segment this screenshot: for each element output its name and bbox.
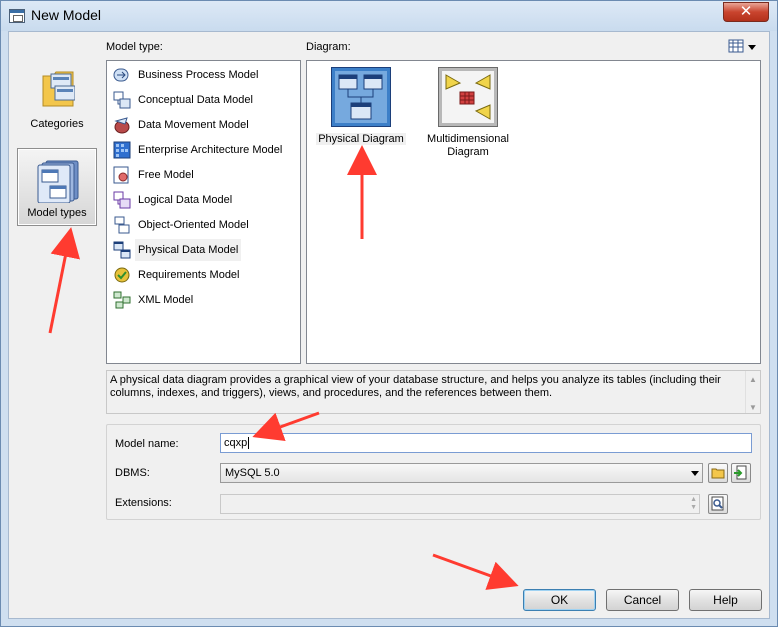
logical-data-icon <box>113 191 131 209</box>
physical-data-icon <box>113 241 131 259</box>
diagram-item-label-line2: Diagram <box>447 146 489 158</box>
diagram-item-label: Physical Diagram <box>316 133 406 145</box>
list-item-label: Free Model <box>138 169 194 181</box>
new-model-dialog: New Model ✕ Categories Model types Model… <box>0 0 778 627</box>
model-type-label: Model type: <box>106 41 163 53</box>
list-item-free-model[interactable]: Free Model <box>111 164 297 186</box>
physical-diagram-icon <box>331 67 391 127</box>
description-text: A physical data diagram provides a graph… <box>106 370 761 414</box>
dbms-value: MySQL 5.0 <box>225 467 280 479</box>
free-model-icon <box>113 166 129 184</box>
list-item-requirements[interactable]: Requirements Model <box>111 264 297 286</box>
title-bar: New Model ✕ <box>1 1 777 31</box>
diagram-item-physical[interactable]: Physical Diagram <box>313 67 409 147</box>
list-item-logical-data[interactable]: Logical Data Model <box>111 189 297 211</box>
window-icon <box>9 9 25 23</box>
help-button[interactable]: Help <box>689 589 762 611</box>
browse-dbms-button[interactable] <box>708 463 728 483</box>
model-settings-group: Model name: cqxp DBMS: MySQL 5.0 Extensi… <box>106 424 761 520</box>
chevron-down-icon <box>748 45 756 50</box>
dialog-body: Categories Model types Model type: Busin… <box>8 31 770 619</box>
object-oriented-icon <box>114 216 130 234</box>
model-name-input[interactable]: cqxp <box>220 433 752 453</box>
scroll-down-icon[interactable]: ▼ <box>749 401 757 414</box>
list-item-label: Enterprise Architecture Model <box>138 144 283 156</box>
conceptual-data-icon <box>113 91 131 109</box>
model-name-value: cqxp <box>224 437 248 449</box>
categories-button[interactable]: Categories <box>17 62 97 140</box>
spin-down-icon: ▼ <box>690 504 697 511</box>
diagram-label: Diagram: <box>306 41 351 53</box>
close-button[interactable]: ✕ <box>723 2 769 22</box>
chevron-down-icon <box>691 471 699 476</box>
dbms-label: DBMS: <box>115 467 150 479</box>
business-process-icon <box>113 68 129 82</box>
model-types-button[interactable]: Model types <box>17 148 97 226</box>
extensions-field: ▲ ▼ <box>220 494 700 514</box>
extensions-label: Extensions: <box>115 497 172 509</box>
view-mode-button[interactable] <box>727 38 759 56</box>
select-extensions-button[interactable] <box>708 494 728 514</box>
enterprise-architecture-icon <box>113 141 131 159</box>
list-item-enterprise-architecture[interactable]: Enterprise Architecture Model <box>111 139 297 161</box>
list-item-label: Requirements Model <box>138 269 240 281</box>
list-item-label: Logical Data Model <box>138 194 233 206</box>
list-item-object-oriented[interactable]: Object-Oriented Model <box>111 214 297 236</box>
model-type-list[interactable]: Business Process Model Conceptual Data M… <box>106 60 301 364</box>
folder-icon <box>42 71 75 107</box>
folder-open-icon <box>711 468 725 479</box>
list-item-label: Business Process Model <box>138 69 259 81</box>
list-item-label: Physical Data Model <box>135 239 242 261</box>
ok-button[interactable]: OK <box>523 589 596 611</box>
list-item-label: Data Movement Model <box>138 119 249 131</box>
xml-model-icon <box>113 291 131 309</box>
list-item-label: XML Model <box>138 294 194 306</box>
multidimensional-diagram-icon <box>438 67 498 127</box>
scroll-up-icon[interactable]: ▲ <box>749 373 757 386</box>
embed-dbms-button[interactable] <box>731 463 751 483</box>
list-item-conceptual-data[interactable]: Conceptual Data Model <box>111 89 297 111</box>
data-movement-icon <box>114 117 130 134</box>
list-item-xml-model[interactable]: XML Model <box>111 289 297 311</box>
dbms-select[interactable]: MySQL 5.0 <box>220 463 703 483</box>
description-scrollbar[interactable]: ▲ ▼ <box>745 371 760 413</box>
model-types-icon <box>37 160 79 203</box>
diagram-item-multidimensional[interactable]: Multidimensional Diagram <box>419 67 517 158</box>
diagram-item-label-line1: Multidimensional <box>427 133 509 145</box>
list-item-business-process[interactable]: Business Process Model <box>111 64 297 86</box>
description-content: A physical data diagram provides a graph… <box>110 374 721 399</box>
magnifier-icon <box>711 496 724 511</box>
list-item-label: Object-Oriented Model <box>138 219 249 231</box>
list-item-data-movement[interactable]: Data Movement Model <box>111 114 297 136</box>
list-item-physical-data[interactable]: Physical Data Model <box>111 239 297 261</box>
diagram-panel[interactable]: Physical Diagram Multidimensional Diagra… <box>306 60 761 364</box>
window-title: New Model <box>31 7 102 23</box>
categories-label: Categories <box>30 118 84 130</box>
cancel-button[interactable]: Cancel <box>606 589 679 611</box>
model-name-label: Model name: <box>115 438 179 450</box>
spin-up-icon: ▲ <box>690 496 697 503</box>
list-item-label: Conceptual Data Model <box>138 94 253 106</box>
requirements-icon <box>114 267 130 283</box>
model-types-label: Model types <box>27 207 87 219</box>
import-icon <box>734 465 747 480</box>
